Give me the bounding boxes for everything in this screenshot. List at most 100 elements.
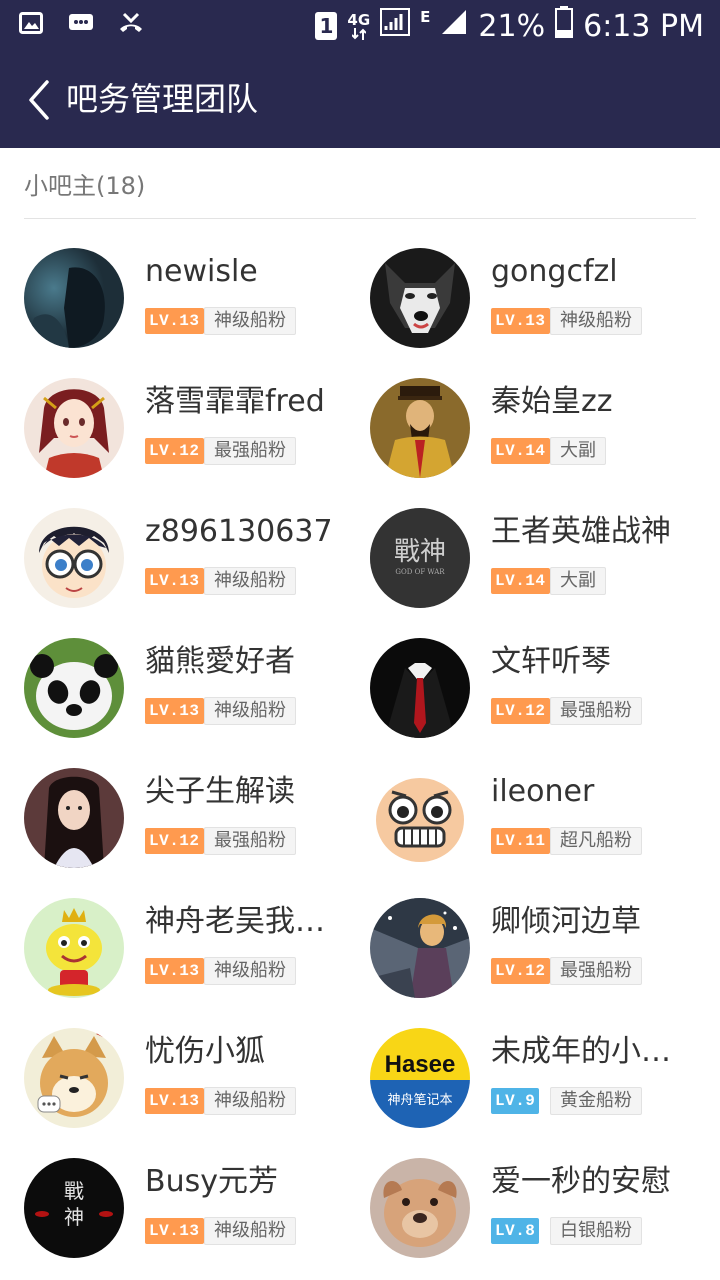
system-indicators: 1 4G E 21% 6:13 PM	[315, 6, 704, 46]
svg-text:戰: 戰	[64, 1179, 84, 1203]
avatar-woman-portrait[interactable]	[24, 768, 124, 868]
avatar-yellow-frog[interactable]	[24, 898, 124, 998]
avatar-anime-girl[interactable]	[24, 378, 124, 478]
member-title-tag: 白银船粉	[550, 1217, 642, 1245]
member-name: ileoner	[491, 774, 595, 809]
level-badge: LV.13	[145, 308, 204, 334]
level-badge: LV.12	[491, 698, 550, 724]
member-title-tag: 神级船粉	[204, 957, 296, 985]
member-name: 神舟老吴我偶…	[145, 904, 350, 939]
member-card[interactable]: 忧伤小狐 LV.13 神级船粉	[24, 1014, 370, 1144]
level-badge: LV.13	[145, 698, 204, 724]
svg-text:Hasee: Hasee	[385, 1051, 456, 1078]
level-badge: LV.14	[491, 438, 550, 464]
avatar-god-of-war[interactable]: 戰神 GOD OF WAR	[370, 508, 470, 608]
member-card[interactable]: newisle LV.13 神级船粉	[24, 234, 370, 364]
level-badge: LV.12	[491, 958, 550, 984]
level-badge: LV.11	[491, 828, 550, 854]
member-card[interactable]: 落雪霏霏fred LV.12 最强船粉	[24, 364, 370, 494]
avatar-hasee-logo[interactable]: Hasee 神舟笔记本	[370, 1028, 470, 1128]
member-title-tag: 大副	[550, 437, 606, 465]
battery-icon	[555, 6, 574, 46]
level-badge: LV.9	[491, 1088, 540, 1114]
member-title-tag: 神级船粉	[204, 1217, 296, 1245]
status-bar: 1 4G E 21% 6:13 PM	[0, 0, 720, 50]
notification-icons	[18, 10, 144, 36]
member-card[interactable]: 卿倾河边草 LV.12 最强船粉	[370, 884, 716, 1014]
member-name: Busy元芳	[145, 1164, 278, 1199]
level-badge: LV.12	[145, 828, 204, 854]
svg-text:GOD OF WAR: GOD OF WAR	[395, 568, 445, 576]
avatar-husky[interactable]	[370, 248, 470, 348]
member-title-tag: 超凡船粉	[550, 827, 642, 855]
member-title-tag: 最强船粉	[550, 697, 642, 725]
member-title-tag: 神级船粉	[550, 307, 642, 335]
member-name: z896130637	[145, 514, 333, 549]
avatar-puppy[interactable]	[370, 1158, 470, 1258]
image-icon	[18, 10, 44, 36]
level-badge: LV.13	[145, 568, 204, 594]
network-4g-label: 4G	[347, 12, 370, 40]
avatar-panda[interactable]	[24, 638, 124, 738]
member-name: gongcfzl	[491, 254, 618, 289]
member-card[interactable]: 神舟老吴我偶… LV.13 神级船粉	[24, 884, 370, 1014]
member-card[interactable]: 貓熊愛好者 LV.13 神级船粉	[24, 624, 370, 754]
member-card[interactable]: 戰神 Busy元芳 LV.13 神级船粉	[24, 1144, 370, 1274]
member-title-tag: 神级船粉	[204, 307, 296, 335]
member-card[interactable]: 尖子生解读 LV.12 最强船粉	[24, 754, 370, 884]
page-title: 吧务管理团队	[66, 80, 259, 118]
svg-text:戰神: 戰神	[394, 537, 446, 567]
member-name: 秦始皇zz	[491, 384, 613, 419]
sim-badge: 1	[315, 12, 338, 40]
member-card[interactable]: 爱一秒的安慰 LV.8 白银船粉	[370, 1144, 716, 1274]
member-title-tag: 神级船粉	[204, 697, 296, 725]
level-badge: LV.8	[491, 1218, 540, 1244]
member-name: 尖子生解读	[145, 774, 295, 809]
svg-text:神: 神	[64, 1205, 84, 1229]
member-name: 忧伤小狐	[145, 1034, 265, 1069]
member-card[interactable]: z896130637 LV.13 神级船粉	[24, 494, 370, 624]
signal-bars-icon	[440, 8, 468, 44]
member-title-tag: 神级船粉	[204, 567, 296, 595]
message-icon	[68, 10, 94, 36]
battery-percent: 21%	[478, 8, 546, 44]
member-card[interactable]: Hasee 神舟笔记本 未成年的小香… LV.9 黄金船粉	[370, 1014, 716, 1144]
avatar-emperor-painting[interactable]	[370, 378, 470, 478]
avatar-war-dark[interactable]: 戰神	[24, 1158, 124, 1258]
network-e-label: E	[420, 8, 431, 26]
avatar-cartoon-face[interactable]	[370, 768, 470, 868]
level-badge: LV.14	[491, 568, 550, 594]
avatar-shiba-dog[interactable]	[24, 1028, 124, 1128]
avatar-dark-portrait[interactable]	[24, 248, 124, 348]
avatar-anime-scene[interactable]	[370, 898, 470, 998]
avatar-conan[interactable]	[24, 508, 124, 608]
member-name: 王者英雄战神	[491, 514, 671, 549]
clock: 6:13 PM	[583, 8, 704, 44]
svg-text:神舟笔记本: 神舟笔记本	[387, 1092, 452, 1108]
avatar-suit-tie[interactable]	[370, 638, 470, 738]
section-title: 小吧主(18)	[24, 172, 146, 200]
chevron-left-icon	[29, 80, 49, 120]
member-name: 卿倾河边草	[491, 904, 641, 939]
level-badge: LV.13	[145, 958, 204, 984]
back-button[interactable]	[18, 76, 58, 124]
member-name: 文轩听琴	[491, 644, 611, 679]
level-badge: LV.12	[145, 438, 204, 464]
member-card[interactable]: 秦始皇zz LV.14 大副	[370, 364, 716, 494]
signal-icon	[380, 8, 411, 44]
divider	[24, 218, 696, 219]
member-card[interactable]: gongcfzl LV.13 神级船粉	[370, 234, 716, 364]
missed-call-icon	[118, 10, 144, 36]
member-card[interactable]: ileoner LV.11 超凡船粉	[370, 754, 716, 884]
level-badge: LV.13	[145, 1218, 204, 1244]
member-name: newisle	[145, 254, 258, 289]
member-name: 未成年的小香…	[491, 1034, 696, 1069]
member-name: 貓熊愛好者	[145, 644, 295, 679]
member-title-tag: 最强船粉	[550, 957, 642, 985]
member-card[interactable]: 戰神 GOD OF WAR 王者英雄战神 LV.14 大副	[370, 494, 716, 624]
level-badge: LV.13	[491, 308, 550, 334]
member-card[interactable]: 文轩听琴 LV.12 最强船粉	[370, 624, 716, 754]
member-title-tag: 大副	[550, 567, 606, 595]
member-title-tag: 最强船粉	[204, 437, 296, 465]
member-name: 落雪霏霏fred	[145, 384, 325, 419]
